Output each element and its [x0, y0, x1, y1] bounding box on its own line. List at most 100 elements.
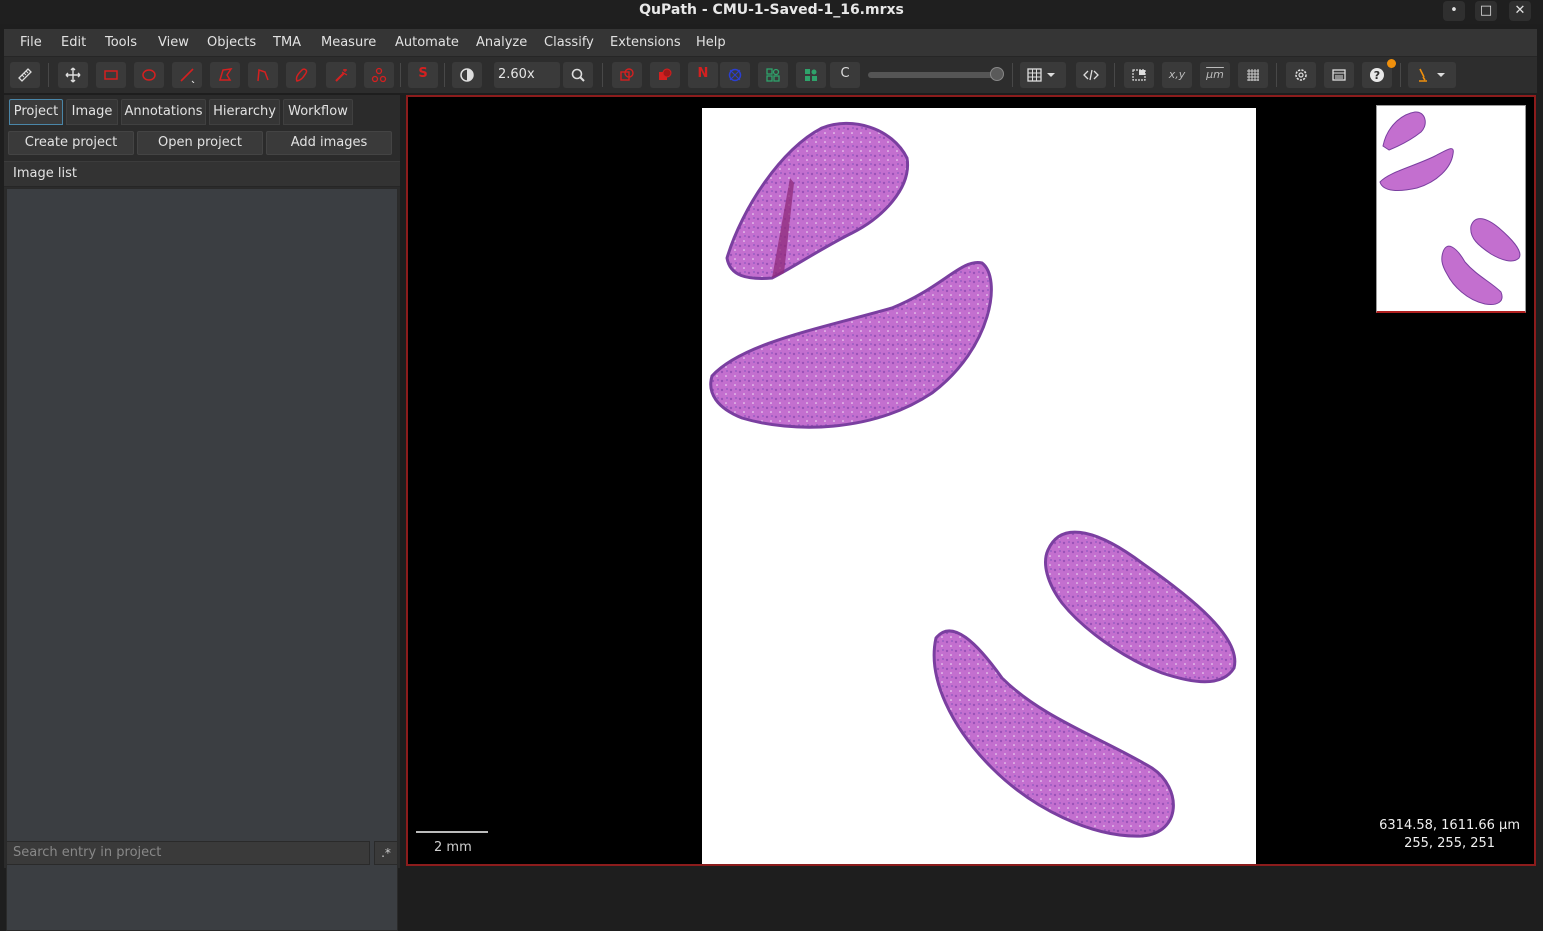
menu-file[interactable]: File	[20, 35, 42, 50]
show-location-button[interactable]: x,y	[1162, 62, 1192, 88]
tab-workflow[interactable]: Workflow	[283, 99, 353, 125]
points-tool-button[interactable]	[364, 62, 394, 88]
script-editor-button[interactable]	[1076, 62, 1106, 88]
zoom-to-fit-button[interactable]	[563, 62, 593, 88]
overview-tissue	[1379, 111, 1521, 305]
show-scalebar-button[interactable]: μm	[1200, 62, 1230, 88]
menu-tma[interactable]: TMA	[273, 35, 301, 50]
show-tma-grid-button[interactable]	[720, 62, 750, 88]
help-icon: ?	[1370, 68, 1384, 82]
close-button[interactable]: ✕	[1509, 1, 1531, 21]
menu-measure[interactable]: Measure	[321, 35, 376, 50]
menu-analyze[interactable]: Analyze	[476, 35, 527, 50]
polygon-tool-button[interactable]	[210, 62, 240, 88]
log-icon	[1332, 69, 1346, 81]
pixel-value-readout: 255, 255, 251	[1404, 836, 1496, 851]
preferences-button[interactable]	[1286, 62, 1316, 88]
cells-label: C	[840, 66, 850, 81]
image-list-header[interactable]: Image list	[4, 161, 400, 187]
tab-annotations[interactable]: Annotations	[121, 99, 206, 125]
analysis-pane: Project Image Annotations Hierarchy Work…	[4, 95, 400, 931]
grid-icon	[1027, 68, 1055, 82]
maximize-button[interactable]: □	[1475, 1, 1497, 21]
menu-view[interactable]: View	[158, 35, 189, 50]
nucleus-label: N	[697, 66, 709, 81]
rectangle-tool-button[interactable]	[96, 62, 126, 88]
opacity-slider-knob[interactable]	[990, 67, 1004, 81]
tissue-sections	[709, 121, 1237, 838]
create-project-button[interactable]: Create project	[8, 131, 134, 155]
zoom-field[interactable]: 2.60x	[494, 62, 560, 88]
window-title: QuPath - CMU-1-Saved-1_16.mrxs	[639, 2, 904, 18]
polyline-tool-button[interactable]	[248, 62, 278, 88]
project-search-input[interactable]: Search entry in project	[6, 841, 370, 865]
brush-tool-button[interactable]	[286, 62, 316, 88]
title-bar: QuPath - CMU-1-Saved-1_16.mrxs • □ ✕	[0, 0, 1543, 24]
show-pixel-grid-button[interactable]	[1238, 62, 1268, 88]
contrast-icon	[460, 68, 474, 82]
show-annotations-button[interactable]	[612, 62, 642, 88]
tab-image[interactable]: Image	[66, 99, 118, 125]
menu-extensions[interactable]: Extensions	[610, 35, 681, 50]
minimize-button[interactable]: •	[1443, 1, 1465, 21]
menu-tools[interactable]: Tools	[105, 35, 137, 50]
menu-objects[interactable]: Objects	[207, 35, 256, 50]
scale-bar-label: 2 mm	[434, 840, 472, 855]
move-tool-button[interactable]	[58, 62, 88, 88]
rectangle-icon	[104, 70, 118, 80]
toolbar-separator	[1114, 63, 1115, 87]
svg-text:?: ?	[1374, 69, 1380, 82]
fill-detections-button[interactable]	[796, 62, 826, 88]
overview-thumbnail[interactable]	[1376, 105, 1526, 313]
menu-classify[interactable]: Classify	[544, 35, 594, 50]
regex-toggle-button[interactable]: .*	[374, 841, 398, 865]
cursor-position-readout: 6314.58, 1611.66 μm	[1379, 818, 1520, 833]
toolbar-separator	[1012, 63, 1013, 87]
add-images-button[interactable]: Add images	[266, 131, 392, 155]
detections-icon	[766, 68, 780, 82]
gear-icon	[1295, 69, 1307, 81]
wand-icon	[335, 69, 348, 82]
line-icon	[180, 68, 195, 83]
menu-edit[interactable]: Edit	[61, 35, 86, 50]
show-overview-button[interactable]	[1124, 62, 1154, 88]
show-cells-button[interactable]: C	[830, 62, 860, 88]
show-names-button[interactable]: N	[688, 62, 718, 88]
help-button[interactable]: ?	[1362, 59, 1396, 88]
menu-help[interactable]: Help	[696, 35, 726, 50]
image-viewer[interactable]: 2 mm 6314.58, 1611.66 μm 255, 255, 251	[406, 95, 1536, 866]
brightness-contrast-button[interactable]	[452, 62, 482, 88]
microscope-icon	[1419, 68, 1445, 82]
toolbar-separator	[444, 63, 445, 87]
selection-mode-button[interactable]: S	[408, 62, 438, 88]
ellipse-icon	[142, 69, 156, 81]
show-detections-button[interactable]	[758, 62, 788, 88]
move-icon	[65, 67, 81, 83]
tma-grid-icon	[728, 68, 742, 82]
tissue-section-2	[709, 260, 993, 429]
tab-project[interactable]: Project	[9, 99, 63, 125]
tab-hierarchy[interactable]: Hierarchy	[209, 99, 280, 125]
toolbar-separator	[1276, 63, 1277, 87]
log-button[interactable]	[1324, 62, 1354, 88]
ruler-icon	[18, 68, 32, 82]
show-analysis-pane-button[interactable]	[10, 62, 40, 88]
magnifier-icon	[571, 68, 585, 82]
scale-bar	[416, 831, 488, 833]
line-tool-button[interactable]	[172, 62, 202, 88]
menu-automate[interactable]: Automate	[395, 35, 459, 50]
toolbar-separator	[1400, 63, 1401, 87]
overview-icon	[1132, 69, 1146, 81]
slide-image	[702, 108, 1256, 864]
brush-icon	[295, 68, 308, 82]
wand-tool-button[interactable]	[326, 62, 356, 88]
open-project-button[interactable]: Open project	[137, 131, 263, 155]
grid-options-button[interactable]	[1020, 62, 1066, 88]
ellipse-tool-button[interactable]	[134, 62, 164, 88]
image-list[interactable]	[6, 188, 398, 931]
opacity-slider[interactable]	[868, 67, 1004, 81]
extensions-menu-button[interactable]	[1408, 62, 1456, 88]
fill-annotations-button[interactable]	[650, 62, 680, 88]
fill-annotations-icon	[659, 68, 672, 80]
pane-splitter[interactable]	[401, 95, 405, 868]
